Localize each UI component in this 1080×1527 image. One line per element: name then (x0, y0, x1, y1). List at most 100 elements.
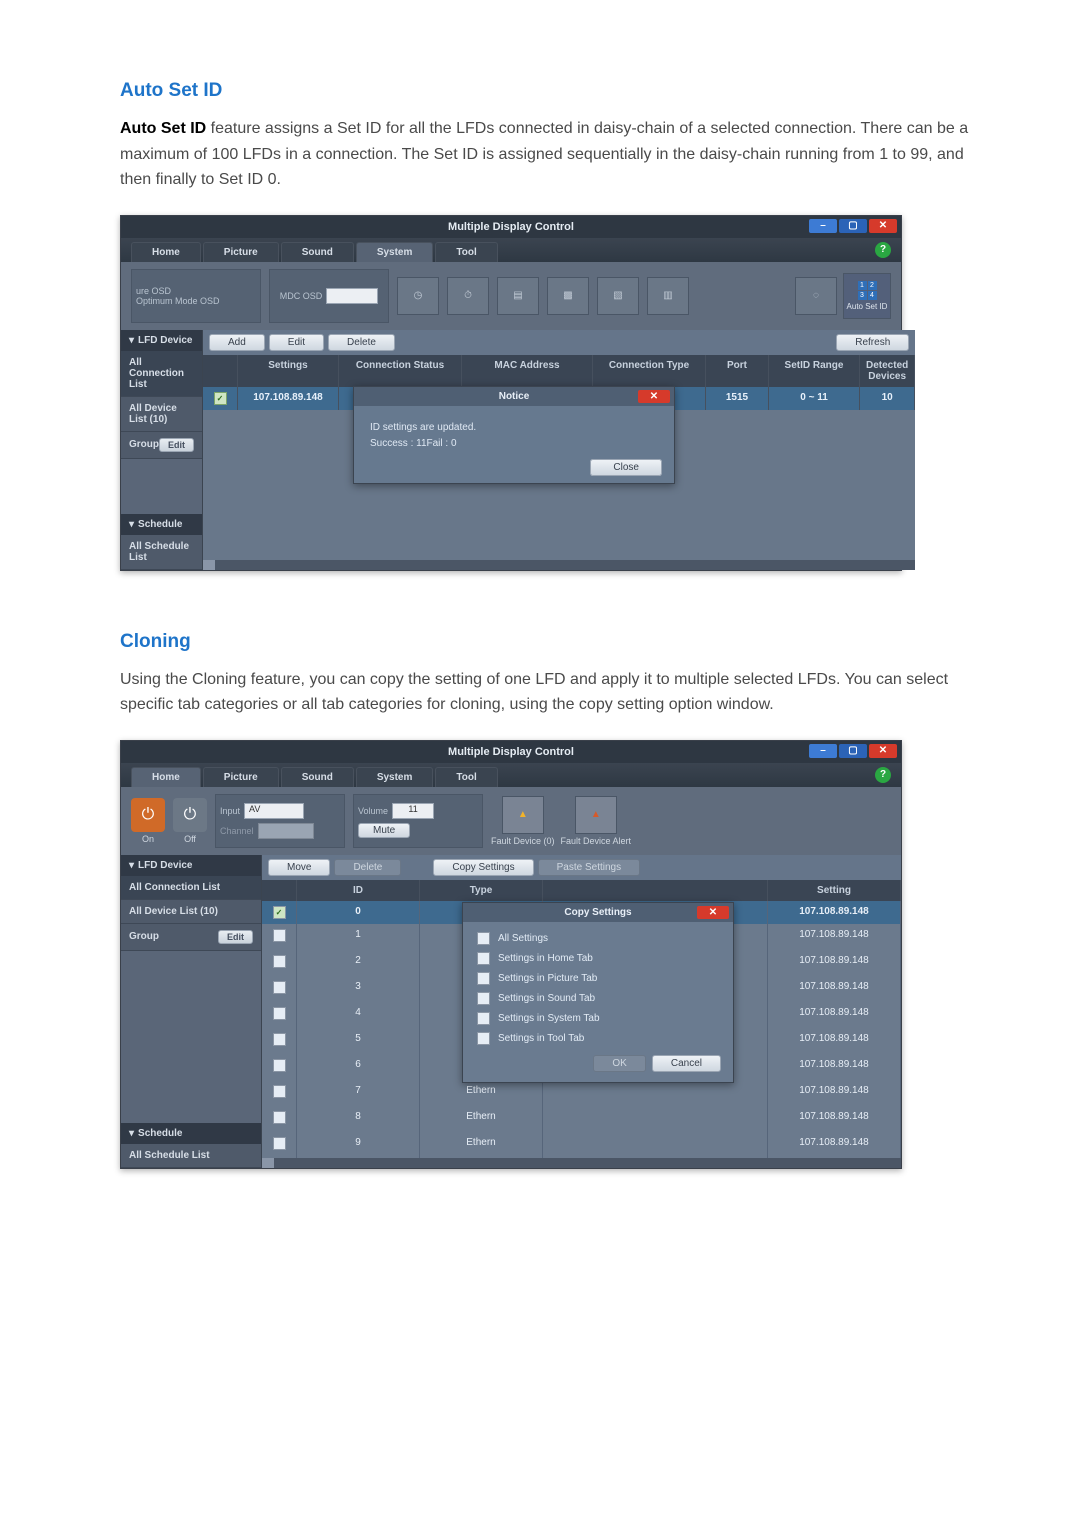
row-checkbox[interactable] (273, 981, 286, 994)
power-on-button[interactable]: ⏻ (131, 798, 165, 832)
close-icon[interactable]: ✕ (869, 744, 897, 758)
help-icon[interactable]: ? (875, 767, 891, 783)
input-dropdown[interactable]: AV (244, 803, 304, 819)
checkbox-icon[interactable] (477, 952, 490, 965)
col-connection-status[interactable]: Connection Status (339, 355, 462, 387)
dialog-close-icon[interactable]: ✕ (697, 906, 729, 919)
copy-opt-system[interactable]: Settings in System Tab (477, 1012, 719, 1025)
dialog-close-icon[interactable]: ✕ (638, 390, 670, 403)
minimize-icon[interactable]: – (809, 744, 837, 758)
checkbox-icon[interactable] (477, 932, 490, 945)
col-range[interactable]: SetID Range (769, 355, 860, 387)
menu-tool[interactable]: Tool (435, 242, 497, 262)
horizontal-scrollbar[interactable] (203, 560, 915, 570)
ribbon-timer-icon[interactable]: ⏱ (447, 277, 489, 315)
copy-cancel-button[interactable]: Cancel (652, 1055, 721, 1072)
col-port[interactable]: Port (706, 355, 769, 387)
copy-ok-button[interactable]: OK (593, 1055, 645, 1072)
copy-settings-button[interactable]: Copy Settings (433, 859, 533, 876)
menu-picture[interactable]: Picture (203, 767, 279, 787)
checkbox-icon[interactable] (477, 972, 490, 985)
copy-opt-all[interactable]: All Settings (477, 932, 719, 945)
volume-field[interactable]: 11 (392, 803, 434, 819)
ribbon-clock-icon[interactable]: ◷ (397, 277, 439, 315)
row-checkbox[interactable] (273, 1007, 286, 1020)
horizontal-scrollbar[interactable] (262, 1158, 901, 1168)
delete-button[interactable]: Delete (328, 334, 395, 351)
volume-label: Volume (358, 806, 388, 816)
row-checkbox[interactable] (273, 929, 286, 942)
sidebar-schedule[interactable]: ▾Schedule (121, 1123, 261, 1144)
refresh-button[interactable]: Refresh (836, 334, 909, 351)
delete-button[interactable]: Delete (334, 859, 401, 876)
power-off-button[interactable]: ⏻ (173, 798, 207, 832)
checkbox-icon[interactable] (477, 992, 490, 1005)
sidebar-all-schedule[interactable]: All Schedule List (121, 535, 202, 570)
col-id[interactable]: ID (297, 880, 420, 901)
row-checkbox[interactable]: ✓ (273, 906, 286, 919)
notice-close-button[interactable]: Close (590, 459, 662, 476)
add-button[interactable]: Add (209, 334, 265, 351)
row-checkbox[interactable] (273, 1085, 286, 1098)
copy-opt-tool[interactable]: Settings in Tool Tab (477, 1032, 719, 1045)
sidebar-group[interactable]: Group Edit (121, 432, 202, 459)
sidebar-all-connection[interactable]: All Connection List (121, 876, 261, 900)
channel-stepper[interactable] (258, 823, 314, 839)
auto-set-id-button[interactable]: 1234 Auto Set ID (843, 273, 891, 319)
mute-button[interactable]: Mute (358, 823, 410, 838)
sidebar-group-edit-button[interactable]: Edit (159, 438, 194, 452)
close-icon[interactable]: ✕ (869, 219, 897, 233)
sidebar-all-device[interactable]: All Device List (10) (121, 900, 261, 924)
col-mac[interactable]: MAC Address (462, 355, 593, 387)
checkbox-icon[interactable] (477, 1032, 490, 1045)
col-settings[interactable]: Settings (238, 355, 339, 387)
screenshot-auto-set-id: Multiple Display Control – ▢ ✕ ? Home Pi… (120, 215, 902, 571)
menu-picture[interactable]: Picture (203, 242, 279, 262)
sidebar-group[interactable]: Group Edit (121, 924, 261, 951)
menu-home[interactable]: Home (131, 767, 201, 787)
table-row[interactable]: 8Ethern107.108.89.148 (262, 1106, 901, 1132)
table-row[interactable]: 7Ethern107.108.89.148 (262, 1080, 901, 1106)
checkbox-icon[interactable] (477, 1012, 490, 1025)
minimize-icon[interactable]: – (809, 219, 837, 233)
row-checkbox[interactable] (273, 1033, 286, 1046)
copy-opt-picture[interactable]: Settings in Picture Tab (477, 972, 719, 985)
help-icon[interactable]: ? (875, 242, 891, 258)
menu-system[interactable]: System (356, 767, 434, 787)
sidebar-lfd-device[interactable]: ▾LFD Device (121, 330, 202, 351)
col-type[interactable]: Type (420, 880, 543, 901)
ribbon-lamp-icon[interactable]: ◌ (795, 277, 837, 315)
menu-home[interactable]: Home (131, 242, 201, 262)
menu-system[interactable]: System (356, 242, 434, 262)
row-checkbox[interactable] (273, 1111, 286, 1124)
ribbon-safety-icon[interactable]: ▥ (647, 277, 689, 315)
col-setting[interactable]: Setting (768, 880, 901, 901)
sidebar-group-edit-button[interactable]: Edit (218, 930, 253, 944)
power-off-label: Off (184, 834, 196, 844)
ribbon-holiday-icon[interactable]: ▤ (497, 277, 539, 315)
menu-tool[interactable]: Tool (435, 767, 497, 787)
copy-opt-sound[interactable]: Settings in Sound Tab (477, 992, 719, 1005)
ribbon-pixel-icon[interactable]: ▩ (547, 277, 589, 315)
copy-opt-home[interactable]: Settings in Home Tab (477, 952, 719, 965)
col-detected[interactable]: Detected Devices (860, 355, 915, 387)
mdc-osd-dropdown[interactable] (326, 288, 378, 304)
maximize-icon[interactable]: ▢ (839, 219, 867, 233)
col-type[interactable]: Connection Type (593, 355, 706, 387)
move-button[interactable]: Move (268, 859, 330, 876)
sidebar-all-schedule[interactable]: All Schedule List (121, 1144, 261, 1168)
sidebar-schedule[interactable]: ▾Schedule (121, 514, 202, 535)
row-checkbox[interactable] (273, 1137, 286, 1150)
ribbon-screen-icon[interactable]: ▧ (597, 277, 639, 315)
sidebar-all-connection[interactable]: All Connection List (121, 351, 202, 397)
row-checkbox[interactable] (273, 955, 286, 968)
table-row[interactable]: 9Ethern107.108.89.148 (262, 1132, 901, 1158)
edit-button[interactable]: Edit (269, 334, 324, 351)
sidebar-all-device[interactable]: All Device List (10) (121, 397, 202, 432)
sidebar-lfd-device[interactable]: ▾LFD Device (121, 855, 261, 876)
paste-settings-button[interactable]: Paste Settings (538, 859, 640, 876)
menu-sound[interactable]: Sound (281, 242, 354, 262)
row-checkbox[interactable] (273, 1059, 286, 1072)
maximize-icon[interactable]: ▢ (839, 744, 867, 758)
menu-sound[interactable]: Sound (281, 767, 354, 787)
